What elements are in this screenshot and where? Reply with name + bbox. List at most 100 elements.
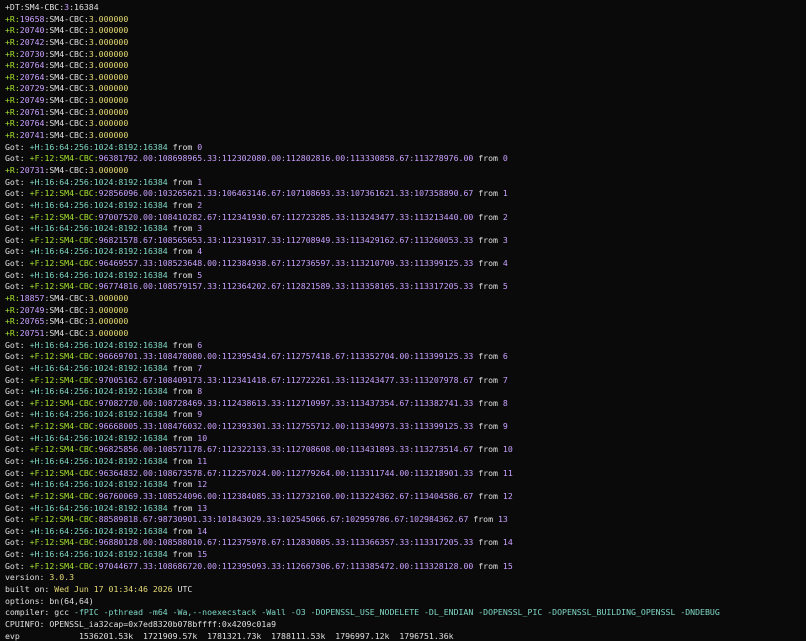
terminal-text: +F:12:SM4-CBC:	[29, 281, 99, 292]
terminal-text: 3	[197, 223, 203, 234]
terminal-text: 96880128.00:108588010.67:112375978.67:11…	[98, 537, 474, 548]
terminal-text: +H:16:64:256:1024:8192:16384	[29, 386, 168, 397]
terminal-text: 20740	[19, 25, 45, 36]
terminal-text: +H:16:64:256:1024:8192:16384	[29, 455, 168, 466]
terminal-text: Wed Jun 17 01:34:46 2026	[54, 584, 173, 595]
terminal-text: +R:	[5, 48, 20, 59]
terminal-text: +R:	[5, 293, 20, 304]
terminal-text: 8	[502, 397, 508, 408]
terminal-line: Got: +H:16:64:256:1024:8192:16384 from 1…	[5, 433, 806, 445]
terminal-text: from	[473, 421, 503, 432]
terminal-text: evp 1536201.53k 1721909.57k 1781321.73k …	[5, 630, 454, 641]
terminal-text: 15	[197, 549, 208, 560]
terminal-text: +H:16:64:256:1024:8192:16384	[29, 409, 168, 420]
terminal-text: 5	[197, 269, 203, 280]
terminal-text: from	[167, 455, 198, 466]
terminal-text: :SM4-CBC:	[44, 164, 89, 175]
terminal-text: from	[167, 502, 198, 513]
terminal-text: 0	[502, 153, 508, 164]
terminal-text: Got:	[5, 211, 30, 222]
terminal-text: 9	[502, 421, 508, 432]
terminal-text: Got:	[5, 374, 30, 385]
terminal-text: from	[167, 141, 198, 152]
terminal-text: Got:	[5, 351, 30, 362]
terminal-text: from	[167, 432, 198, 443]
terminal-line: Got: +H:16:64:256:1024:8192:16384 from 1…	[5, 526, 806, 538]
terminal-text: 12	[502, 490, 513, 501]
terminal-text: +R:	[5, 327, 20, 338]
terminal-line: Got: +F:12:SM4-CBC:97007520.00:108410282…	[5, 212, 806, 224]
terminal-text: +H:16:64:256:1024:8192:16384	[29, 269, 168, 280]
terminal-line: Got: +F:12:SM4-CBC:96669701.33:108478080…	[5, 351, 806, 363]
terminal-text: Got:	[5, 560, 30, 571]
terminal-text: 14	[502, 537, 513, 548]
terminal-text: Got:	[5, 514, 30, 525]
terminal-text: +F:12:SM4-CBC:	[29, 537, 99, 548]
terminal-line: Got: +F:12:SM4-CBC:96774816.00:108579157…	[5, 281, 806, 293]
terminal-text: +R:	[5, 130, 20, 141]
terminal-text: from	[473, 188, 503, 199]
terminal-text: Got:	[5, 537, 30, 548]
terminal-line: Got: +F:12:SM4-CBC:96381792.00:108698965…	[5, 153, 806, 165]
terminal-line: compiler: gcc -fPIC -pthread -m64 -Wa,--…	[5, 607, 806, 619]
terminal-text: +H:16:64:256:1024:8192:16384	[29, 549, 168, 560]
terminal-line: Got: +H:16:64:256:1024:8192:16384 from 4	[5, 246, 806, 258]
terminal-line: Got: +H:16:64:256:1024:8192:16384 from 1…	[5, 479, 806, 491]
terminal-text: +R:	[5, 304, 20, 315]
terminal-text: 3.000000	[88, 118, 129, 129]
terminal-text: 20764	[19, 71, 45, 82]
terminal-text: from	[473, 351, 503, 362]
terminal-line: Got: +F:12:SM4-CBC:97005162.67:108409173…	[5, 375, 806, 387]
terminal-line: +R:20731:SM4-CBC:3.000000	[5, 165, 806, 177]
terminal-text: 2	[502, 211, 508, 222]
terminal-text: from	[167, 246, 198, 257]
terminal-text: 13	[497, 514, 508, 525]
terminal-text: +H:16:64:256:1024:8192:16384	[29, 525, 168, 536]
terminal-line: Got: +H:16:64:256:1024:8192:16384 from 6	[5, 340, 806, 352]
terminal-text: Got:	[5, 246, 30, 257]
terminal-text: 3.000000	[88, 36, 129, 47]
terminal-line: Got: +F:12:SM4-CBC:97044677.33:108686720…	[5, 561, 806, 573]
terminal-line: Got: +H:16:64:256:1024:8192:16384 from 7	[5, 363, 806, 375]
terminal-line: +R:20730:SM4-CBC:3.000000	[5, 49, 806, 61]
terminal-line: Got: +H:16:64:256:1024:8192:16384 from 1	[5, 177, 806, 189]
terminal-text: Got:	[5, 362, 30, 373]
terminal-text: 97005162.67:108409173.33:112341418.67:11…	[98, 374, 474, 385]
terminal-text: 3.000000	[88, 293, 129, 304]
terminal-text: 97044677.33:108686720.00:112395093.33:11…	[98, 560, 474, 571]
terminal-text: +DT:SM4-CBC:	[5, 2, 65, 12]
terminal-text: +H:16:64:256:1024:8192:16384	[29, 502, 168, 513]
terminal-line: Got: +H:16:64:256:1024:8192:16384 from 0	[5, 142, 806, 154]
terminal-text: from	[468, 514, 498, 525]
terminal-text: compiler: gcc	[5, 607, 75, 618]
terminal-text: 8	[197, 386, 203, 397]
terminal-text: Got:	[5, 269, 30, 280]
terminal-text: 13	[197, 502, 208, 513]
terminal-text: built on:	[5, 584, 55, 595]
terminal-line: Got: +F:12:SM4-CBC:96668005.33:108476032…	[5, 421, 806, 433]
terminal-text: 19658	[19, 13, 45, 24]
terminal-text: +H:16:64:256:1024:8192:16384	[29, 339, 168, 350]
terminal-text: 3.000000	[88, 71, 129, 82]
terminal-text: 4	[502, 258, 508, 269]
terminal-line: +R:20749:SM4-CBC:3.000000	[5, 95, 806, 107]
terminal-text: +H:16:64:256:1024:8192:16384	[29, 223, 168, 234]
terminal-text: +H:16:64:256:1024:8192:16384	[29, 246, 168, 257]
terminal-text: +F:12:SM4-CBC:	[29, 514, 99, 525]
terminal-text: Got:	[5, 409, 30, 420]
terminal-line: Got: +F:12:SM4-CBC:88589818.67:98730901.…	[5, 514, 806, 526]
terminal-text: :SM4-CBC:	[44, 71, 89, 82]
terminal-text: from	[473, 537, 503, 548]
terminal-text: Got:	[5, 467, 30, 478]
terminal-text: options: bn(64,64)	[5, 595, 94, 606]
terminal-line: +R:20764:SM4-CBC:3.000000	[5, 118, 806, 130]
terminal-text: :SM4-CBC:	[44, 327, 89, 338]
terminal-text: 3	[502, 234, 508, 245]
terminal-text: 6	[197, 339, 203, 350]
terminal-text: 3.000000	[88, 95, 129, 106]
terminal-text: Got:	[5, 141, 30, 152]
terminal-text: 20764	[19, 60, 45, 71]
terminal-text: 20742	[19, 36, 45, 47]
terminal-text: :SM4-CBC:	[44, 293, 89, 304]
terminal-line: Got: +H:16:64:256:1024:8192:16384 from 2	[5, 200, 806, 212]
